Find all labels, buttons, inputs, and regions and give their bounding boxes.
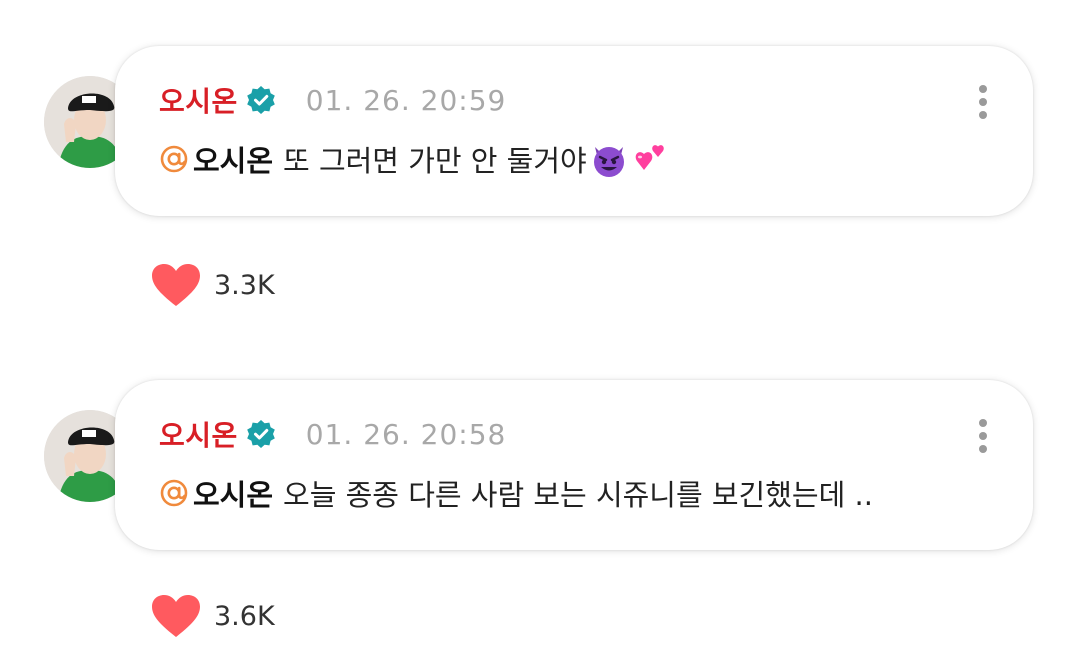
- verified-badge-icon: [246, 420, 275, 448]
- mention-username[interactable]: 오시온: [193, 138, 273, 180]
- comment-bubble: 오시온 01. 26. 20:59 오시온 또 그러면 가만 안 둘거야: [115, 46, 1033, 216]
- like-row: 3.6K: [150, 593, 275, 639]
- timestamp: 01. 26. 20:59: [305, 83, 507, 117]
- author-name[interactable]: 오시온: [159, 414, 238, 454]
- comment-message: 오시온 오늘 종종 다른 사람 보는 시쥬니를 보긴했는데 ..: [159, 472, 873, 514]
- more-vertical-icon[interactable]: [977, 84, 989, 120]
- like-row: 3.3K: [150, 262, 275, 308]
- at-sign-icon: [160, 145, 188, 173]
- smiling-devil-emoji: [593, 147, 624, 177]
- more-vertical-icon[interactable]: [977, 418, 989, 454]
- timestamp: 01. 26. 20:58: [305, 417, 507, 451]
- heart-icon[interactable]: [150, 593, 202, 639]
- comment-text: 또 그러면 가만 안 둘거야: [283, 144, 587, 178]
- two-hearts-emoji: [635, 145, 664, 170]
- like-count: 3.6K: [214, 600, 275, 632]
- like-count: 3.3K: [214, 269, 275, 301]
- comment-text: 오늘 종종 다른 사람 보는 시쥬니를 보긴했는데 ..: [283, 478, 873, 512]
- author-name[interactable]: 오시온: [159, 80, 238, 120]
- comment-header: 오시온 01. 26. 20:59: [159, 80, 507, 120]
- post-item: 오시온 01. 26. 20:58 오시온 오늘 종종 다른 사람 보는 시쥬니…: [0, 330, 1080, 659]
- mention-username[interactable]: 오시온: [193, 472, 273, 514]
- heart-icon[interactable]: [150, 262, 202, 308]
- comment-header: 오시온 01. 26. 20:58: [159, 414, 507, 454]
- comment-message: 오시온 또 그러면 가만 안 둘거야: [159, 138, 671, 180]
- comment-bubble: 오시온 01. 26. 20:58 오시온 오늘 종종 다른 사람 보는 시쥬니…: [115, 380, 1033, 550]
- at-sign-icon: [160, 479, 188, 507]
- post-item: 오시온 01. 26. 20:59 오시온 또 그러면 가만 안 둘거야 3.3…: [0, 0, 1080, 330]
- verified-badge-icon: [246, 86, 275, 114]
